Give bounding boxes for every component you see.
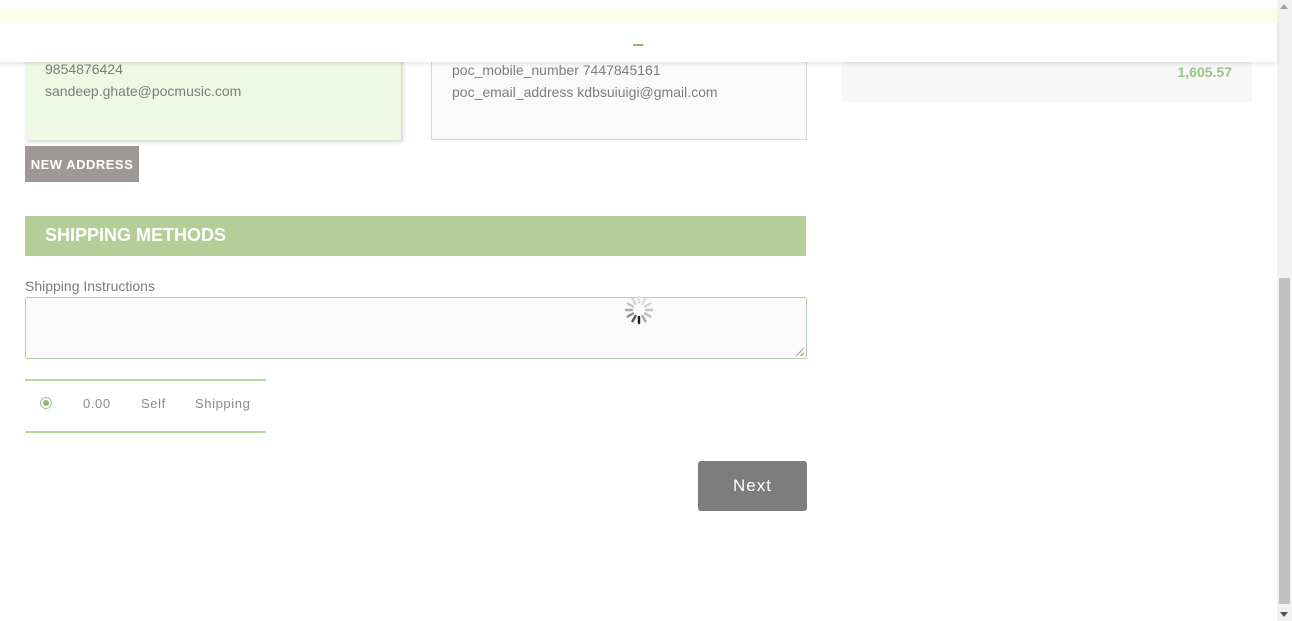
shipping-method-name-shipping: Shipping [195, 396, 251, 411]
textarea-resize-handle[interactable] [796, 348, 804, 356]
shipping-method-price: 0.00 [83, 396, 111, 411]
billing-phone: 9854876424 [45, 61, 123, 77]
shipping-email: poc_email_address kdbsuiuigi@gmail.com [452, 84, 718, 100]
shipping-instructions-label: Shipping Instructions [25, 278, 155, 294]
next-button[interactable]: Next [698, 461, 807, 511]
logo-icon[interactable] [633, 44, 643, 46]
radio-selected-icon[interactable] [40, 397, 52, 409]
shipping-mobile: poc_mobile_number 7447845161 [452, 62, 661, 78]
shipping-method-name-self: Self [141, 396, 166, 411]
top-banner-strip [0, 8, 1277, 22]
scroll-down-arrow-icon[interactable] [1280, 612, 1288, 617]
shipping-methods-title: SHIPPING METHODS [45, 225, 227, 245]
vertical-scrollbar[interactable] [1277, 0, 1292, 621]
shipping-instructions-textarea[interactable] [25, 297, 807, 359]
order-total: 1,605.57 [1177, 64, 1233, 80]
shipping-method-option[interactable]: 0.00 Self Shipping [25, 379, 266, 433]
billing-email: sandeep.ghate@pocmusic.com [45, 83, 242, 99]
scrollbar-thumb[interactable] [1279, 278, 1290, 604]
loading-spinner-icon [624, 295, 654, 325]
scroll-up-arrow-icon[interactable] [1280, 4, 1288, 9]
site-header [0, 22, 1277, 62]
new-address-button[interactable]: NEW ADDRESS [25, 146, 139, 182]
shipping-methods-header: SHIPPING METHODS [25, 216, 806, 256]
